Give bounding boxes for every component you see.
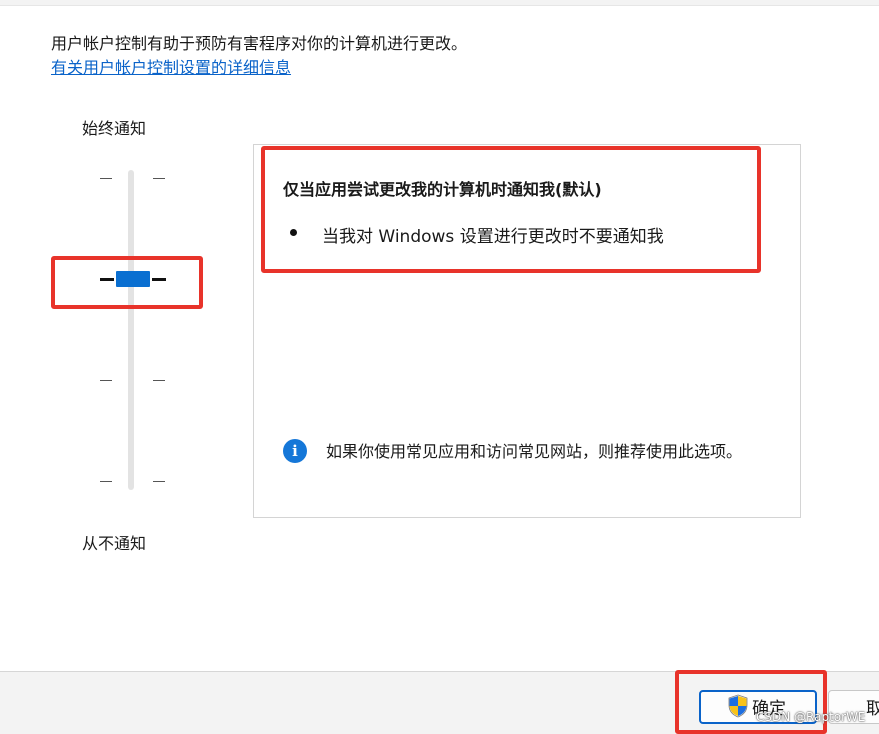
- setting-recommendation: 如果你使用常见应用和访问常见网站，则推荐使用此选项。: [326, 442, 743, 461]
- slider-tick-left-1: [100, 178, 112, 179]
- cancel-button-label: 取: [866, 699, 879, 719]
- slider-label-always-notify: 始终通知: [82, 119, 147, 138]
- slider-tick-left-3: [100, 380, 112, 381]
- setting-bullet-text: 当我对 Windows 设置进行更改时不要通知我: [322, 227, 664, 247]
- info-icon: i: [283, 439, 307, 463]
- slider-tick-left-4: [100, 481, 112, 482]
- bullet-dot-icon: [290, 229, 297, 236]
- slider-tick-right-3: [153, 380, 165, 381]
- setting-title: 仅当应用尝试更改我的计算机时通知我(默认): [283, 180, 602, 199]
- uac-details-link[interactable]: 有关用户帐户控制设置的详细信息: [51, 57, 291, 79]
- slider-label-never-notify: 从不通知: [82, 534, 147, 553]
- uac-shield-icon: [728, 694, 748, 718]
- source-watermark: CSDN @RaptorWE: [756, 710, 866, 724]
- uac-description: 用户帐户控制有助于预防有害程序对你的计算机进行更改。: [51, 34, 468, 53]
- slider-tick-right-2: [152, 278, 166, 281]
- slider-tick-right-4: [153, 481, 165, 482]
- slider-tick-right-1: [153, 178, 165, 179]
- window-top-edge: [0, 0, 879, 6]
- slider-thumb[interactable]: [116, 271, 150, 287]
- notification-slider-track[interactable]: [128, 170, 134, 490]
- slider-tick-left-2: [100, 278, 114, 281]
